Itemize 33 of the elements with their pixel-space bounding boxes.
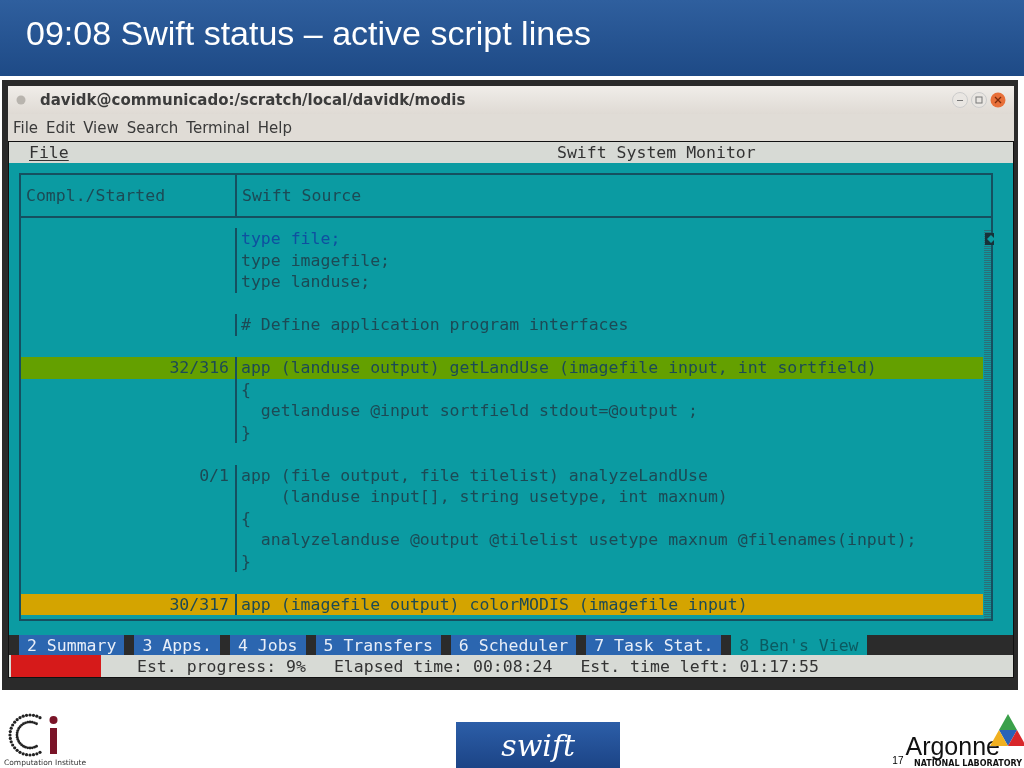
view-tab[interactable]: 7 Task Stat. [586,635,722,655]
slide-title: 09:08 Swift status – active script lines [0,0,1024,78]
menu-item[interactable]: View [82,118,120,137]
window-dot-icon [16,95,26,105]
menu-item[interactable]: Search [125,118,180,137]
column-header: Compl./Started [25,185,167,207]
logo-caption: NATIONAL LABORATORY [914,759,1022,768]
menu-item[interactable]: Help [256,118,293,137]
menu-item[interactable]: File [29,143,69,162]
swift-logo: swift [456,722,621,768]
task-count: 32/316 [168,357,230,379]
scroll-thumb-icon[interactable] [985,233,994,245]
monitor-title: Swift System Monitor [556,143,757,162]
task-count: 30/317 [168,593,230,615]
scrollbar[interactable] [984,229,991,619]
column-header: Swift Source [235,175,991,216]
status-text: Est. progress: 9% [137,656,306,676]
task-count: 0/1 [198,464,230,486]
logo-name: Argonne [905,734,1000,759]
view-tab[interactable]: 2 Summary [19,635,125,655]
status-text: Elapsed time: 00:08:24 [333,656,553,676]
view-tab[interactable]: 4 Jobs [229,635,306,655]
view-tab[interactable]: 5 Transfers [315,635,441,655]
menu-item[interactable]: Edit [45,118,77,137]
view-tab[interactable]: 3 Apps. [134,635,220,655]
menu-item[interactable]: File [12,118,40,137]
status-text: Est. time left: 01:17:55 [580,656,819,676]
menu-item[interactable]: Terminal [185,118,251,137]
page-number: 17 [892,755,904,766]
close-button[interactable] [990,92,1006,108]
view-tab[interactable]: 6 Scheduler [450,635,577,655]
window-title: davidk@communicado:/scratch/local/davidk/modis [40,91,467,109]
minimize-button[interactable] [952,92,968,108]
